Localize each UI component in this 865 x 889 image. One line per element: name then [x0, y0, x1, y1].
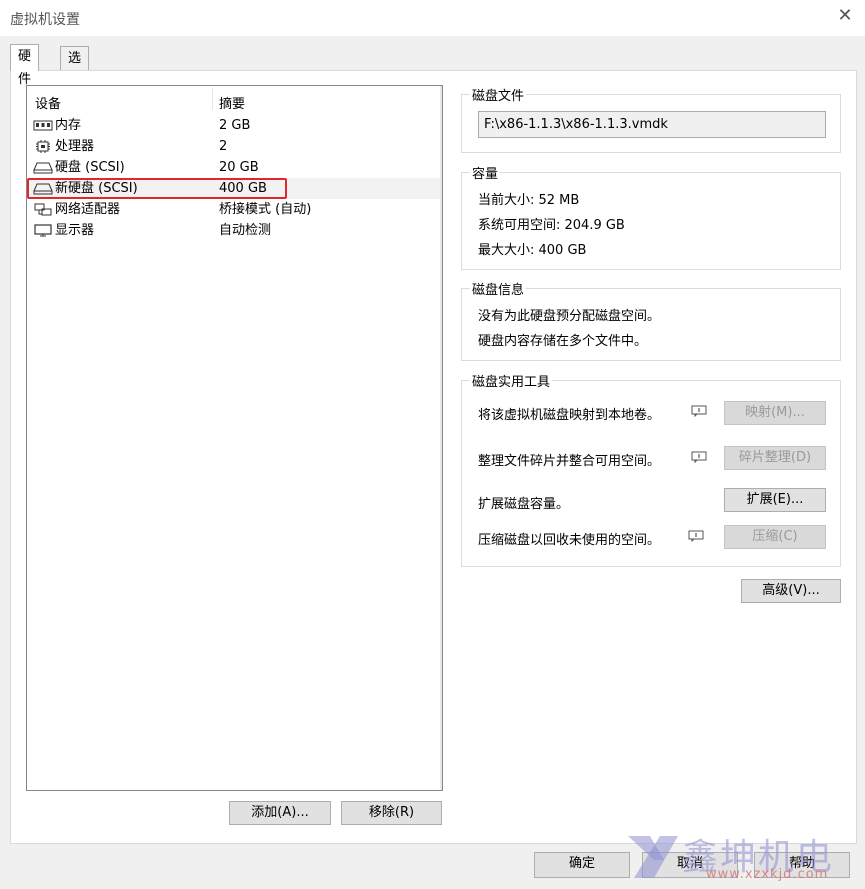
tab-options[interactable]: 选项 — [60, 46, 90, 89]
capacity-group: 容量 当前大小: 52 MB 系统可用空间: 204.9 GB 最大大小: 40… — [461, 163, 841, 270]
device-row-hard-disk[interactable]: 硬盘 (SCSI) 20 GB — [27, 157, 440, 178]
device-name: 新硬盘 (SCSI) — [55, 181, 138, 196]
display-icon — [34, 224, 52, 237]
column-separator[interactable] — [212, 88, 213, 110]
info-icon — [691, 451, 707, 463]
device-list-edge — [440, 86, 442, 790]
disk-utilities-label: 磁盘实用工具 — [470, 371, 553, 390]
disk-info-group: 磁盘信息 没有为此硬盘预分配磁盘空间。 硬盘内容存储在多个文件中。 — [461, 279, 841, 361]
disk-info-line-2: 硬盘内容存储在多个文件中。 — [478, 334, 648, 349]
add-button[interactable]: 添加(A)... — [229, 801, 331, 825]
disk-file-path-field[interactable]: F:\x86-1.1.3\x86-1.1.3.vmdk — [478, 111, 826, 138]
network-adapter-icon — [34, 203, 52, 216]
help-button[interactable]: 帮助 — [754, 852, 850, 878]
defragment-button[interactable]: 碎片整理(D) — [724, 446, 826, 470]
map-disk-text: 将该虚拟机磁盘映射到本地卷。 — [478, 408, 661, 423]
advanced-button[interactable]: 高级(V)... — [741, 579, 841, 603]
hardware-panel: 设备 摘要 内存 2 GB 处理器 2 硬盘 (SCSI) 20 GB 新硬盘 … — [10, 70, 857, 844]
device-summary: 自动检测 — [219, 223, 272, 238]
expand-button[interactable]: 扩展(E)... — [724, 488, 826, 512]
device-row-new-hard-disk[interactable]: 新硬盘 (SCSI) 400 GB — [27, 178, 440, 199]
device-list-header: 设备 摘要 — [27, 86, 442, 112]
disk-info-line-1: 没有为此硬盘预分配磁盘空间。 — [478, 309, 661, 324]
device-list[interactable]: 设备 摘要 内存 2 GB 处理器 2 硬盘 (SCSI) 20 GB 新硬盘 … — [26, 85, 443, 791]
device-row-processor[interactable]: 处理器 2 — [27, 136, 440, 157]
disk-icon — [33, 162, 53, 174]
device-row-network-adapter[interactable]: 网络适配器 桥接模式 (自动) — [27, 199, 440, 220]
available-space-text: 系统可用空间: 204.9 GB — [478, 218, 625, 233]
device-name: 内存 — [55, 118, 82, 133]
info-icon — [691, 405, 707, 417]
remove-button[interactable]: 移除(R) — [341, 801, 442, 825]
device-row-memory[interactable]: 内存 2 GB — [27, 115, 440, 136]
disk-utilities-group: 磁盘实用工具 将该虚拟机磁盘映射到本地卷。 映射(M)... 整理文件碎片并整合… — [461, 371, 841, 567]
disk-info-label: 磁盘信息 — [470, 279, 527, 298]
device-name: 硬盘 (SCSI) — [55, 160, 125, 175]
device-summary: 桥接模式 (自动) — [219, 202, 312, 217]
memory-icon — [33, 120, 53, 131]
device-name: 网络适配器 — [55, 202, 121, 217]
compact-button[interactable]: 压缩(C) — [724, 525, 826, 549]
device-name: 处理器 — [55, 139, 95, 154]
device-summary: 2 — [219, 139, 228, 154]
expand-text: 扩展磁盘容量。 — [478, 497, 570, 512]
column-header-device[interactable]: 设备 — [35, 93, 61, 112]
device-name: 显示器 — [55, 223, 95, 238]
ok-button[interactable]: 确定 — [534, 852, 630, 878]
column-header-summary[interactable]: 摘要 — [219, 93, 245, 112]
cancel-button[interactable]: 取消 — [642, 852, 738, 878]
defrag-text: 整理文件碎片并整合可用空间。 — [478, 454, 661, 469]
device-summary: 20 GB — [219, 160, 259, 175]
map-button[interactable]: 映射(M)... — [724, 401, 826, 425]
tab-hardware[interactable]: 硬件 — [10, 44, 40, 87]
disk-icon — [33, 183, 53, 195]
compact-text: 压缩磁盘以回收未使用的空间。 — [478, 533, 661, 548]
device-summary: 2 GB — [219, 118, 251, 133]
disk-file-label: 磁盘文件 — [470, 85, 527, 104]
device-summary: 400 GB — [219, 181, 267, 196]
disk-file-group: 磁盘文件 F:\x86-1.1.3\x86-1.1.3.vmdk — [461, 85, 841, 153]
title-bar: 虚拟机设置 ✕ — [0, 0, 865, 36]
capacity-label: 容量 — [470, 163, 501, 182]
current-size-text: 当前大小: 52 MB — [478, 193, 580, 208]
processor-icon — [36, 140, 50, 153]
device-row-display[interactable]: 显示器 自动检测 — [27, 220, 440, 241]
close-icon[interactable]: ✕ — [835, 6, 855, 26]
max-size-text: 最大大小: 400 GB — [478, 243, 587, 258]
window-title: 虚拟机设置 — [10, 12, 80, 28]
info-icon — [688, 530, 704, 542]
